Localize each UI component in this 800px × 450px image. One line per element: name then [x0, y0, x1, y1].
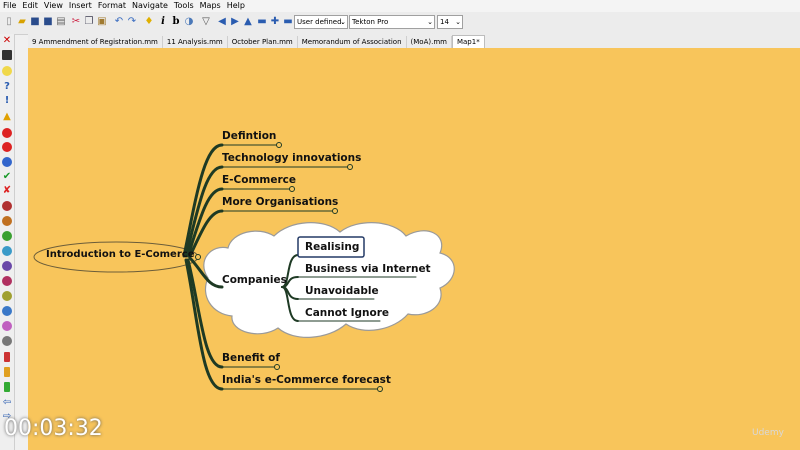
menu-file[interactable]: File	[0, 0, 19, 12]
node-more-organisations[interactable]: More Organisations	[222, 196, 338, 208]
node-benefit-of[interactable]: Benefit of	[222, 352, 280, 364]
udemy-watermark: Udemy	[752, 428, 784, 438]
menu-view[interactable]: View	[41, 0, 66, 12]
tab-moa[interactable]: (MoA).mm	[407, 36, 452, 48]
stop-icon[interactable]	[2, 128, 12, 138]
arrow-left-icon[interactable]: ◀	[216, 16, 228, 28]
new-icon[interactable]: ▯	[3, 16, 15, 28]
node-india-forecast[interactable]: India's e-Commerce forecast	[222, 374, 391, 386]
warning-icon[interactable]: ▲	[2, 112, 12, 122]
menu-insert[interactable]: Insert	[66, 0, 95, 12]
font-select[interactable]: Tekton Pro ⌄	[349, 15, 435, 29]
style-select-value: User defined.	[297, 18, 344, 26]
tab-october-plan[interactable]: October Plan.mm	[228, 36, 298, 48]
paste-icon[interactable]: ▣	[96, 16, 108, 28]
chevron-down-icon: ⌄	[340, 18, 346, 26]
arrow-back-icon[interactable]: ⇦	[2, 398, 12, 408]
arrow-right-icon[interactable]: ▶	[229, 16, 241, 28]
exclamation-icon[interactable]: !	[2, 96, 12, 106]
priority-8-icon[interactable]	[2, 306, 12, 316]
print-icon[interactable]: ▤	[55, 16, 67, 28]
menu-tools[interactable]: Tools	[171, 0, 197, 12]
tab-analysis[interactable]: 11 Analysis.mm	[163, 36, 228, 48]
question-icon[interactable]: ?	[2, 82, 12, 92]
tab-map1[interactable]: Map1*	[451, 35, 485, 48]
check-icon[interactable]: ✔	[2, 172, 12, 182]
minus-icon[interactable]: ▬	[256, 16, 268, 28]
node-business-via-internet[interactable]: Business via Internet	[305, 263, 431, 275]
info-icon[interactable]	[2, 157, 12, 167]
icon-sidebar: ✕ ? ! ▲ ✔ ✘ ⇦ ⇨	[0, 34, 15, 450]
priority-1-icon[interactable]	[2, 201, 12, 211]
fold-circle-benefit	[274, 364, 280, 370]
trash-icon[interactable]	[2, 50, 12, 60]
fold-circle-defintion	[276, 142, 282, 148]
priority-6-icon[interactable]	[2, 276, 12, 286]
priority-5-icon[interactable]	[2, 261, 12, 271]
priority-4-icon[interactable]	[2, 246, 12, 256]
menu-navigate[interactable]: Navigate	[129, 0, 171, 12]
save-icon[interactable]: ■	[29, 16, 41, 28]
tab-memorandum-association[interactable]: Memorandum of Association	[298, 36, 407, 48]
node-ecommerce[interactable]: E-Commerce	[222, 174, 296, 186]
font-select-value: Tekton Pro	[352, 18, 389, 26]
chevron-down-icon: ⌄	[427, 18, 433, 26]
menu-bar: File Edit View Insert Format Navigate To…	[0, 0, 800, 12]
node-companies[interactable]: Companies	[222, 274, 287, 286]
style-select[interactable]: User defined. ⌄	[294, 15, 348, 29]
fold-circle-more-orgs	[332, 208, 338, 214]
stoplight-yellow-icon[interactable]	[4, 367, 10, 377]
tab-amendment-registration[interactable]: 9 Ammendment of Registration.mm	[28, 36, 163, 48]
arrow-up-icon[interactable]: ▲	[242, 16, 254, 28]
menu-format[interactable]: Format	[95, 0, 129, 12]
node-technology-innovations[interactable]: Technology innovations	[222, 152, 361, 164]
toolbar: ▯ ▰ ■ ■ ▤ ✂ ❐ ▣ ↶ ↷ ♦ i b ◑ ▽ ◀ ▶ ▲ ▬ ✚ …	[0, 12, 800, 35]
open-folder-icon[interactable]: ▰	[16, 16, 28, 28]
italic-icon[interactable]: i	[157, 16, 169, 28]
chevron-down-icon: ⌄	[455, 18, 461, 26]
priority-0-icon[interactable]	[2, 336, 12, 346]
minus-circle-icon[interactable]	[2, 142, 12, 152]
undo-icon[interactable]: ↶	[113, 16, 125, 28]
save-as-icon[interactable]: ■	[42, 16, 54, 28]
bulb-icon[interactable]	[2, 66, 12, 76]
fold-circle-forecast	[377, 386, 383, 392]
fold-circle-technology	[347, 164, 353, 170]
redo-icon[interactable]: ↷	[126, 16, 138, 28]
lightbulb-icon[interactable]: ♦	[143, 16, 155, 28]
node-defintion[interactable]: Defintion	[222, 130, 276, 142]
priority-2-icon[interactable]	[2, 216, 12, 226]
map-tabs: 9 Ammendment of Registration.mm 11 Analy…	[28, 34, 800, 48]
cut-icon[interactable]: ✂	[70, 16, 82, 28]
fold-circle-ecommerce	[289, 186, 295, 192]
bold-icon[interactable]: b	[170, 16, 182, 28]
size-select[interactable]: 14 ⌄	[437, 15, 463, 29]
stoplight-red-icon[interactable]	[4, 352, 10, 362]
menu-help[interactable]: Help	[224, 0, 248, 12]
close-icon[interactable]: ✕	[2, 36, 12, 46]
node-unavoidable[interactable]: Unavoidable	[305, 285, 379, 297]
plus-icon[interactable]: ✚	[269, 16, 281, 28]
remove-icon[interactable]: ▬	[282, 16, 294, 28]
cross-icon[interactable]: ✘	[2, 186, 12, 196]
node-realising[interactable]: Realising	[305, 241, 359, 253]
video-timer: 00:03:32	[4, 416, 103, 441]
note-icon[interactable]: ◑	[183, 16, 195, 28]
priority-3-icon[interactable]	[2, 231, 12, 241]
fold-circle-root	[195, 254, 201, 260]
mindmap-canvas[interactable]: Introduction to E-Comerce Defintion Tech…	[28, 48, 800, 450]
menu-edit[interactable]: Edit	[19, 0, 41, 12]
size-select-value: 14	[440, 18, 449, 26]
copy-icon[interactable]: ❐	[83, 16, 95, 28]
priority-9-icon[interactable]	[2, 321, 12, 331]
filter-icon[interactable]: ▽	[200, 16, 212, 28]
priority-7-icon[interactable]	[2, 291, 12, 301]
stoplight-green-icon[interactable]	[4, 382, 10, 392]
node-cannot-ignore[interactable]: Cannot Ignore	[305, 307, 389, 319]
menu-maps[interactable]: Maps	[197, 0, 224, 12]
root-node[interactable]: Introduction to E-Comerce	[46, 249, 194, 260]
